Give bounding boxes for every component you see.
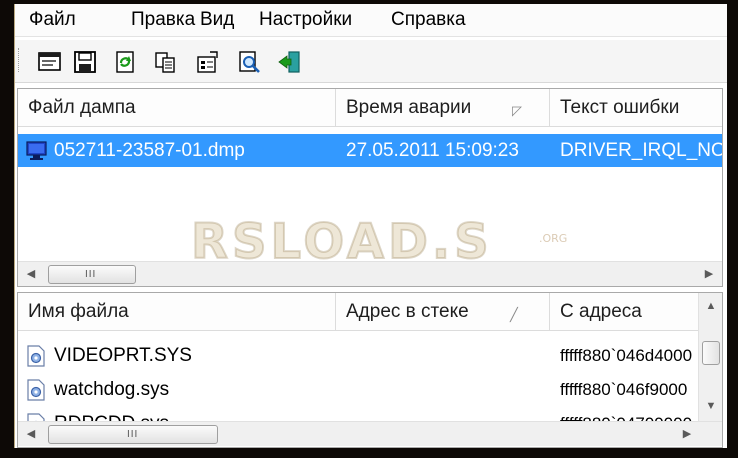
column-dump-file[interactable]: Файл дампа xyxy=(18,89,336,126)
menu-bar: Файл Правка Вид Настройки Справка xyxy=(15,4,727,37)
dump-row[interactable]: 052711-23587-01.dmp 27.05.2011 15:09:23 … xyxy=(18,134,722,167)
dump-list-header: Файл дампа Время аварии ◸ Текст ошибки xyxy=(18,89,722,127)
scroll-right-icon[interactable]: ▶ xyxy=(700,265,718,283)
driver-file-name: VIDEOPRT.SYS xyxy=(54,345,192,366)
dump-file-name: 052711-23587-01.dmp xyxy=(54,140,245,161)
scroll-right-icon[interactable]: ▶ xyxy=(678,425,696,443)
driver-list: Имя файла Адрес в стеке ╱ С адреса VIDEO… xyxy=(17,292,723,448)
screenshot-frame: Файл Правка Вид Настройки Справка Файл д… xyxy=(0,0,738,458)
column-error-text[interactable]: Текст ошибки xyxy=(550,89,722,126)
driver-list-header: Имя файла Адрес в стеке ╱ С адреса xyxy=(18,293,698,331)
dump-error-text: DRIVER_IRQL_NOT_LESS_OR_EQUAL xyxy=(560,140,722,161)
driver-row[interactable]: VIDEOPRT.SYS fffff880`046d4000 xyxy=(18,339,698,372)
app-window: Файл Правка Вид Настройки Справка Файл д… xyxy=(14,4,727,448)
driver-file-icon xyxy=(26,413,46,421)
watermark-suffix: .ORG xyxy=(539,232,568,245)
exit-icon xyxy=(278,51,300,73)
dump-file-icon xyxy=(26,141,48,166)
properties-icon xyxy=(38,52,61,71)
driver-file-name: watchdog.sys xyxy=(54,379,170,400)
dump-list-hscroll-thumb[interactable]: III xyxy=(48,265,136,284)
column-from-address[interactable]: С адреса xyxy=(550,293,698,330)
driver-stack-address xyxy=(346,407,546,421)
driver-from-address: fffff880`046f9000 xyxy=(560,380,688,399)
sort-arrow-icon: ╱ xyxy=(510,307,518,322)
driver-file-name: RDPCDD.sys xyxy=(54,407,334,421)
find-button[interactable] xyxy=(237,50,263,74)
driver-list-vscroll-thumb[interactable] xyxy=(702,341,720,365)
driver-list-hscroll-thumb[interactable]: III xyxy=(48,425,218,444)
save-icon xyxy=(74,51,96,73)
copy-button[interactable] xyxy=(153,50,179,74)
refresh-icon xyxy=(116,51,134,73)
menu-edit[interactable]: Правка xyxy=(131,9,195,31)
thumb-grip-icon: III xyxy=(127,429,139,440)
driver-from-address: fffff880`046d4000 xyxy=(560,346,693,365)
menu-view[interactable]: Вид xyxy=(200,9,234,31)
driver-stack-address xyxy=(346,339,546,372)
properties-button[interactable] xyxy=(37,50,63,74)
exit-button[interactable] xyxy=(277,50,303,74)
options-button[interactable] xyxy=(195,50,221,74)
scroll-left-icon[interactable]: ◀ xyxy=(22,265,40,283)
driver-row[interactable]: watchdog.sys fffff880`046f9000 xyxy=(18,373,698,406)
driver-from-address: fffff880`04709000 xyxy=(560,407,696,421)
driver-file-icon xyxy=(26,345,46,372)
driver-stack-address xyxy=(346,373,546,406)
toolbar xyxy=(15,40,727,83)
driver-list-vscrollbar[interactable]: ▲ ▼ xyxy=(698,293,722,421)
watermark: RSLOAD.S xyxy=(190,213,493,271)
refresh-button[interactable] xyxy=(113,50,139,74)
scroll-left-icon[interactable]: ◀ xyxy=(22,425,40,443)
driver-row[interactable]: RDPCDD.sys fffff880`04709000 xyxy=(18,407,698,421)
scroll-up-icon[interactable]: ▲ xyxy=(702,297,720,315)
menu-settings[interactable]: Настройки xyxy=(259,9,352,31)
copy-icon xyxy=(155,52,175,73)
menu-file[interactable]: Файл xyxy=(29,9,76,31)
thumb-grip-icon: III xyxy=(85,269,97,280)
options-icon xyxy=(197,51,218,73)
save-button[interactable] xyxy=(73,50,99,74)
toolbar-grip xyxy=(18,48,22,72)
dump-crash-time: 27.05.2011 15:09:23 xyxy=(346,140,519,161)
find-icon xyxy=(239,51,260,73)
column-file-name[interactable]: Имя файла xyxy=(18,293,336,330)
driver-list-hscrollbar[interactable]: ◀ III ▶ xyxy=(18,421,722,446)
sort-arrow-icon: ◸ xyxy=(512,103,522,118)
driver-file-icon xyxy=(26,379,46,406)
scroll-down-icon[interactable]: ▼ xyxy=(702,397,720,415)
menu-help[interactable]: Справка xyxy=(391,9,466,31)
